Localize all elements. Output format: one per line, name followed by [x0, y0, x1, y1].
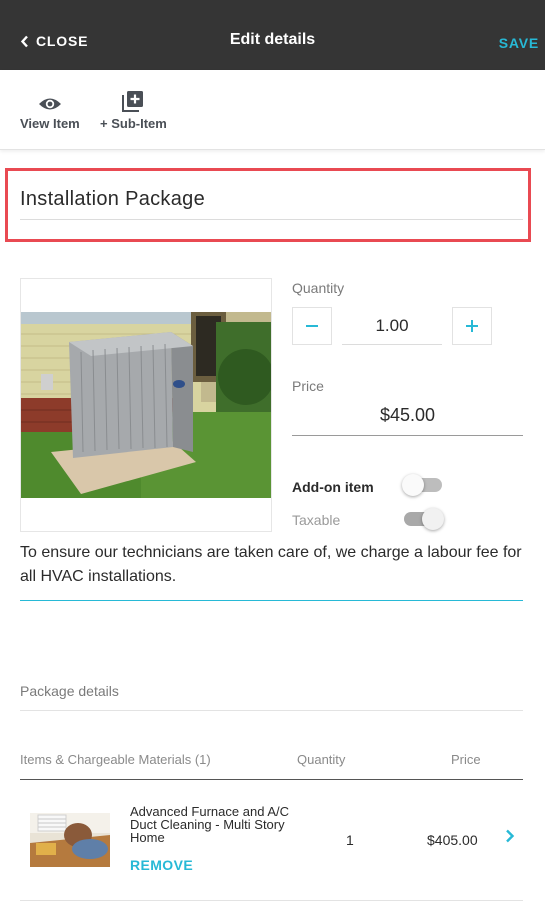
row-item-name: Advanced Furnace and A/C Duct Cleaning -…: [130, 804, 289, 845]
row-quantity: 1: [346, 832, 354, 848]
row-price: $405.00: [427, 832, 478, 848]
duct-cleaning-photo: [30, 813, 110, 867]
price-label: Price: [292, 378, 324, 394]
quantity-label: Quantity: [292, 280, 345, 296]
table-header-divider: [20, 779, 523, 780]
add-layers-icon: [122, 91, 144, 112]
top-bar: CLOSE Edit details SAVE: [0, 0, 545, 70]
item-name-input[interactable]: Installation Package: [20, 188, 523, 220]
price-input[interactable]: $45.00: [292, 405, 523, 436]
row-open-button[interactable]: [505, 829, 515, 848]
chevron-right-icon: [506, 829, 515, 843]
plus-icon: [466, 320, 478, 332]
sub-item-label: + Sub-Item: [100, 116, 167, 131]
add-sub-item-button[interactable]: + Sub-Item: [100, 88, 167, 131]
row-thumbnail: [30, 813, 110, 867]
page-title: Edit details: [229, 31, 316, 48]
item-photo: [21, 312, 271, 498]
taxable-toggle[interactable]: [404, 508, 444, 530]
remove-button[interactable]: REMOVE: [130, 857, 193, 873]
quantity-input[interactable]: 1.00: [342, 307, 442, 345]
eye-icon: [38, 98, 61, 110]
view-item-label: View Item: [20, 116, 80, 131]
save-button[interactable]: SAVE: [499, 35, 539, 51]
air-conditioner-unit-photo: [21, 312, 271, 498]
toggle-knob: [402, 474, 424, 496]
quantity-decrement-button[interactable]: [292, 307, 332, 345]
item-image-frame[interactable]: [20, 278, 272, 532]
column-header-quantity: Quantity: [297, 752, 346, 767]
description-field[interactable]: To ensure our technicians are taken care…: [20, 541, 523, 601]
quantity-increment-button[interactable]: [452, 307, 492, 345]
row-divider: [20, 900, 523, 901]
toolbar: View Item + Sub-Item: [0, 70, 545, 150]
minus-icon: [306, 325, 318, 327]
toggle-knob: [422, 508, 444, 530]
addon-item-toggle[interactable]: [402, 474, 442, 496]
package-details-heading: Package details: [20, 683, 523, 711]
column-header-items: Items & Chargeable Materials (1): [20, 752, 211, 767]
taxable-label: Taxable: [292, 512, 341, 528]
column-header-price: Price: [451, 752, 481, 767]
view-item-button[interactable]: View Item: [20, 88, 80, 131]
addon-item-label: Add-on item: [292, 479, 374, 495]
